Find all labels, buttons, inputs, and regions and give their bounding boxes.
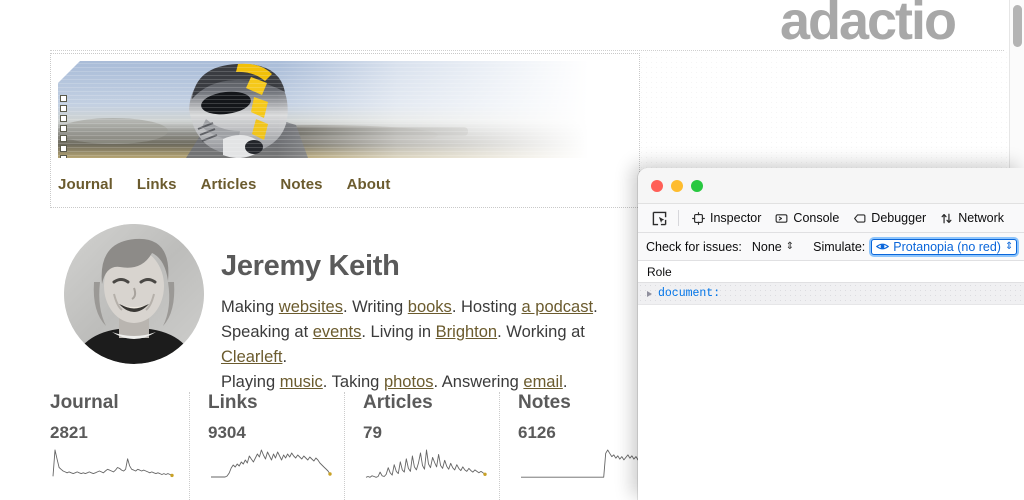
site-navigation[interactable]: Journal Links Articles Notes About [58,176,390,193]
site-logo[interactable]: adactio [780,0,955,48]
stat-count: 9304 [208,423,330,443]
accessibility-tree-column-header: Role [638,261,1024,283]
stat-label: Articles [363,392,485,414]
stat-label: Journal [50,392,175,414]
zoom-traffic-light[interactable] [691,180,703,192]
bio-link-music[interactable]: music [280,373,323,391]
stepper-arrows-icon: ⇕ [786,242,793,252]
nav-item-about[interactable]: About [347,176,391,193]
check-for-issues-label: Check for issues: [646,240,742,254]
accessibility-tree-body [638,305,1024,500]
bio-line-1: Making websites. Writing books. Hosting … [221,295,641,320]
debugger-tag-icon [853,212,866,225]
bio-link-photos[interactable]: photos [384,373,434,391]
nav-item-articles[interactable]: Articles [201,176,257,193]
bio-link-websites[interactable]: websites [279,298,343,316]
bio-text: . [593,298,598,316]
sparkline-links [208,447,333,481]
close-traffic-light[interactable] [651,180,663,192]
stats-row: Journal 2821 Links 9304 Articles 79 Note… [50,392,650,500]
scrollbar-thumb[interactable] [1013,5,1022,47]
tab-debugger[interactable]: Debugger [846,208,933,228]
stepper-arrows-icon: ⇕ [1005,242,1012,252]
element-picker-button[interactable] [646,207,672,229]
tab-console[interactable]: Console [768,208,846,228]
bio-text: . [563,373,568,391]
avatar [64,224,204,364]
element-picker-icon [652,211,667,226]
bio-text: . [282,348,287,366]
portrait-photo-icon [64,224,204,364]
bio-text: . Taking [323,373,384,391]
tab-label: Network [958,211,1004,225]
banner-fade-overlay [58,61,605,158]
bio-text: . Working at [497,323,585,341]
bio-text: . Answering [434,373,524,391]
nav-item-notes[interactable]: Notes [280,176,322,193]
banner-edge-markers [60,95,67,158]
bio-text: . Writing [343,298,408,316]
stat-card-notes[interactable]: Notes 6126 [499,392,654,500]
eye-icon [876,241,889,252]
console-prompt-icon [775,212,788,225]
minimize-traffic-light[interactable] [671,180,683,192]
stat-card-articles[interactable]: Articles 79 [344,392,499,500]
nav-item-links[interactable]: Links [137,176,177,193]
tab-inspector[interactable]: Inspector [685,208,768,228]
simulate-select[interactable]: Protanopia (no red) ⇕ [871,239,1017,255]
profile-bio: Jeremy Keith Making websites. Writing bo… [221,250,641,395]
bio-link-email[interactable]: email [523,373,562,391]
stat-count: 2821 [50,423,175,443]
tab-label: Inspector [710,211,761,225]
stat-card-journal[interactable]: Journal 2821 [50,392,189,500]
sparkline-journal [50,447,175,481]
devtools-window: Inspector Console Debugger [638,168,1024,500]
stat-count: 79 [363,423,485,443]
simulate-value: Protanopia (no red) [893,240,1001,254]
bio-link-clearleft[interactable]: Clearleft [221,348,282,366]
inspector-target-icon [692,212,705,225]
sparkline-articles [363,447,488,481]
bio-text: Making [221,298,279,316]
tabbar-divider [678,210,679,226]
bio-text: Speaking at [221,323,313,341]
chevron-right-icon[interactable] [647,291,652,297]
inspected-header-region: Journal Links Articles Notes About [50,53,640,208]
screenshot-root: adactio [0,0,1024,500]
header-divider [50,50,1004,51]
tab-label: Console [793,211,839,225]
bio-text: . Hosting [452,298,522,316]
bio-line-2: Speaking at events. Living in Brighton. … [221,320,641,370]
stat-count: 6126 [518,423,640,443]
bio-link-books[interactable]: books [408,298,452,316]
sparkline-notes [518,447,643,481]
tab-label: Debugger [871,211,926,225]
check-for-issues-value: None [752,240,782,254]
stat-label: Links [208,392,330,414]
bio-text: Playing [221,373,280,391]
bio-link-events[interactable]: events [313,323,362,341]
tree-row-document[interactable]: document: [638,283,1024,305]
bio-link-brighton[interactable]: Brighton [436,323,497,341]
column-header-role: Role [647,265,672,279]
bio-link-podcast[interactable]: a podcast [522,298,594,316]
banner-image [58,61,605,158]
tree-node-label: document: [658,287,720,300]
stat-card-links[interactable]: Links 9304 [189,392,344,500]
simulate-label: Simulate: [813,240,865,254]
accessibility-toolbar: Check for issues: None ⇕ Simulate: Prota… [638,233,1024,261]
devtools-tabbar: Inspector Console Debugger [638,204,1024,233]
check-for-issues-select[interactable]: None ⇕ [748,239,797,255]
tab-network[interactable]: Network [933,208,1011,228]
page-title: Jeremy Keith [221,250,641,283]
network-arrows-icon [940,212,953,225]
site-header: adactio [0,0,997,50]
bio-text: . Living in [361,323,435,341]
stat-label: Notes [518,392,640,414]
nav-item-journal[interactable]: Journal [58,176,113,193]
devtools-titlebar [638,168,1024,204]
